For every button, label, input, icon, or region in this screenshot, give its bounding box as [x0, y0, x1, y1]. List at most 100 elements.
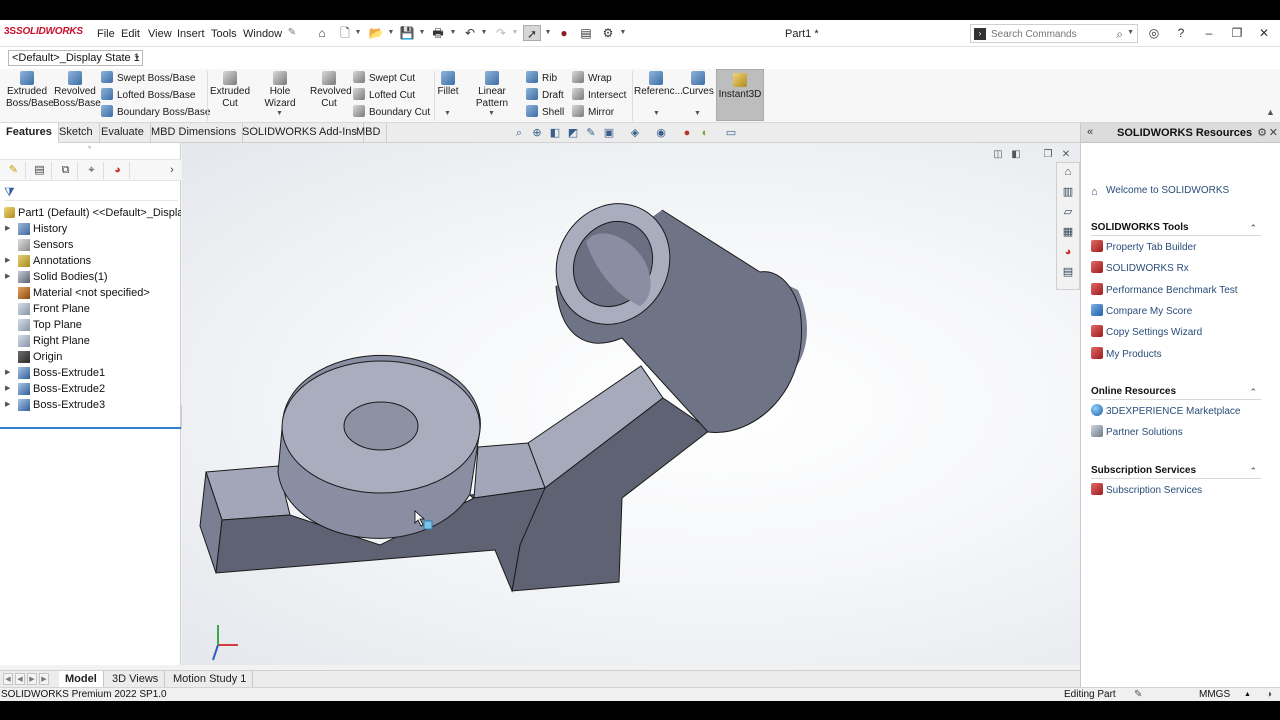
search-icon[interactable]: ⌕: [1116, 27, 1123, 42]
undo-icon[interactable]: ↶: [461, 25, 479, 41]
tree-item-history[interactable]: ▶ History: [0, 221, 181, 237]
tree-item-boss-extrude1[interactable]: ▶ Boss-Extrude1: [0, 365, 181, 381]
resources-tab-icon[interactable]: ⌂: [1060, 164, 1076, 180]
welcome-link[interactable]: ⌂ Welcome to SOLIDWORKS: [1091, 184, 1229, 198]
draft-button[interactable]: Draft: [526, 88, 564, 103]
pin-icon[interactable]: ✎: [283, 25, 301, 41]
display-state-dropdown[interactable]: <Default>_Display State 1 ▾: [8, 50, 143, 66]
chevron-down-icon[interactable]: ▼: [449, 25, 457, 41]
appearances-tab-icon[interactable]: ◕: [1060, 244, 1076, 260]
boundary-cut-button[interactable]: Boundary Cut: [353, 105, 430, 120]
linear-pattern-button[interactable]: Linear Pattern: [462, 71, 522, 110]
revolved-boss-button[interactable]: Revolved Boss/Base: [53, 71, 101, 110]
tab-mbd[interactable]: MBD: [350, 123, 388, 143]
tree-item-material-not-specified[interactable]: Material <not specified>: [0, 285, 181, 301]
menu-tools[interactable]: Tools: [211, 28, 237, 40]
previous-view-icon[interactable]: ◧: [548, 126, 562, 140]
hide-show-items-icon[interactable]: ◉: [654, 126, 668, 140]
menu-edit[interactable]: Edit: [121, 28, 140, 40]
chevron-down-icon[interactable]: ▼: [488, 110, 495, 117]
graphics-viewport[interactable]: ◫ ◧ ❐ ✕: [182, 143, 1080, 665]
menu-window[interactable]: Window: [243, 28, 282, 40]
expand-arrow-icon[interactable]: ▶: [5, 365, 10, 381]
collapse-ribbon-icon[interactable]: ▲: [1266, 107, 1275, 117]
chevron-down-icon[interactable]: ▼: [444, 110, 451, 117]
help-icon[interactable]: ?: [1173, 25, 1189, 41]
tab-3d-views[interactable]: 3D Views: [106, 671, 166, 688]
intersect-button[interactable]: Intersect: [572, 88, 626, 103]
tree-item-front-plane[interactable]: Front Plane: [0, 301, 181, 317]
3d-part-model[interactable]: [182, 143, 1080, 665]
restore-icon[interactable]: ❐: [1229, 25, 1245, 41]
rebuild-icon[interactable]: ✎: [1134, 688, 1142, 701]
file-properties-icon[interactable]: ▤: [577, 25, 595, 41]
close-icon[interactable]: ✕: [1256, 25, 1272, 41]
chevron-down-icon[interactable]: ▼: [653, 110, 660, 117]
partner-solutions-link[interactable]: Partner Solutions: [1091, 425, 1183, 439]
custom-properties-tab-icon[interactable]: ▤: [1060, 264, 1076, 280]
tab-model[interactable]: Model: [59, 671, 104, 688]
design-library-tab-icon[interactable]: ▥: [1060, 184, 1076, 200]
extruded-boss-button[interactable]: Extruded Boss/Base: [6, 71, 54, 110]
expand-arrow-icon[interactable]: ▶: [5, 221, 10, 237]
file-explorer-tab-icon[interactable]: ▱: [1060, 204, 1076, 220]
display-style-icon[interactable]: ◈: [628, 126, 642, 140]
expand-arrow-icon[interactable]: ▶: [5, 269, 10, 285]
lofted-boss-button[interactable]: Lofted Boss/Base: [101, 88, 195, 103]
curves-button[interactable]: Curves: [681, 71, 715, 98]
wrap-button[interactable]: Wrap: [572, 71, 612, 86]
tree-item-sensors[interactable]: Sensors: [0, 237, 181, 253]
customize-status-icon[interactable]: ◑: [1266, 688, 1272, 701]
chevron-down-icon[interactable]: ▼: [511, 25, 519, 41]
tree-item-annotations[interactable]: ▶ Annotations: [0, 253, 181, 269]
display-manager-tab-icon[interactable]: ◕: [106, 162, 130, 179]
mirror-button[interactable]: Mirror: [572, 105, 614, 120]
edit-appearance-icon[interactable]: ●: [680, 126, 694, 140]
tab-solidworks-add-ins[interactable]: SOLIDWORKS Add-Ins: [236, 123, 364, 143]
prev-tab-icon[interactable]: ◀: [15, 673, 25, 685]
last-tab-icon[interactable]: ▶: [39, 673, 49, 685]
chevron-down-icon[interactable]: ▼: [544, 25, 552, 41]
tree-root-part[interactable]: Part1 (Default) <<Default>_Display S: [0, 205, 181, 221]
tab-evaluate[interactable]: Evaluate: [95, 123, 151, 143]
tree-item-boss-extrude3[interactable]: ▶ Boss-Extrude3: [0, 397, 181, 413]
apply-scene-icon[interactable]: ◐: [698, 126, 712, 140]
print-icon[interactable]: 🖶: [429, 25, 447, 41]
chevron-down-icon[interactable]: ▼: [694, 110, 701, 117]
chevron-down-icon[interactable]: ▼: [619, 25, 627, 41]
solidworks-rx-link[interactable]: SOLIDWORKS Rx: [1091, 261, 1189, 275]
solidworks-logo[interactable]: 3SSOLIDWORKS: [4, 26, 83, 37]
configuration-manager-tab-icon[interactable]: ⧉: [54, 162, 78, 179]
shell-button[interactable]: Shell: [526, 105, 564, 120]
tree-item-origin[interactable]: Origin: [0, 349, 181, 365]
redo-icon[interactable]: ↷: [492, 25, 510, 41]
chevron-down-icon[interactable]: ▼: [354, 25, 362, 41]
benchmark-test-link[interactable]: Performance Benchmark Test: [1091, 283, 1238, 297]
tab-mbd-dimensions[interactable]: MBD Dimensions: [145, 123, 243, 143]
first-tab-icon[interactable]: ◀: [3, 673, 13, 685]
chevron-down-icon[interactable]: ▼: [480, 25, 488, 41]
tree-item-top-plane[interactable]: Top Plane: [0, 317, 181, 333]
zoom-to-area-icon[interactable]: ⊕: [530, 126, 544, 140]
user-account-icon[interactable]: ◎: [1146, 25, 1162, 41]
feature-tree-tab-icon[interactable]: ✎: [2, 162, 26, 179]
options-gear-icon[interactable]: ⚙: [599, 25, 617, 41]
dimxpert-tab-icon[interactable]: ⌖: [80, 162, 104, 179]
property-tab-builder-link[interactable]: Property Tab Builder: [1091, 240, 1196, 254]
search-commands-box[interactable]: › ⌕ ▼: [970, 24, 1138, 43]
feature-filter[interactable]: ⧩: [4, 184, 178, 201]
boundary-boss-button[interactable]: Boundary Boss/Base: [101, 105, 210, 120]
menu-insert[interactable]: Insert: [177, 28, 205, 40]
view-settings-icon[interactable]: ▭: [724, 126, 738, 140]
more-tabs-chevron-icon[interactable]: ›: [160, 162, 184, 179]
tree-item-boss-extrude2[interactable]: ▶ Boss-Extrude2: [0, 381, 181, 397]
expand-arrow-icon[interactable]: ▶: [5, 253, 10, 269]
save-icon[interactable]: 💾: [398, 25, 416, 41]
my-products-link[interactable]: My Products: [1091, 347, 1162, 361]
panel-grip-icon[interactable]: °: [88, 145, 91, 154]
chevron-down-icon[interactable]: ▼: [418, 25, 426, 41]
menu-view[interactable]: View: [148, 28, 172, 40]
tree-rollback-bar[interactable]: [0, 427, 181, 429]
expand-arrow-icon[interactable]: ▶: [5, 397, 10, 413]
chevron-down-icon[interactable]: ▼: [276, 110, 283, 117]
